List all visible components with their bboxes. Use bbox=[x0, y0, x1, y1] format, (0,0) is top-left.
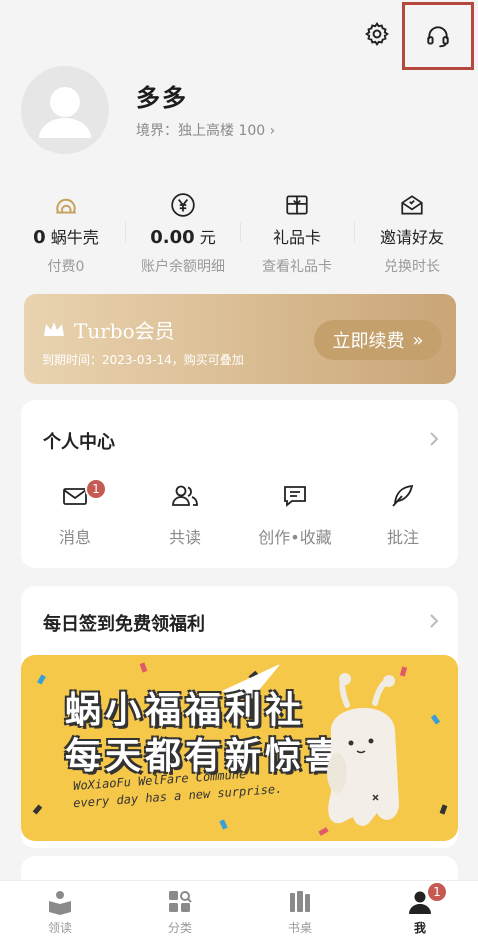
tab-label: 分类 bbox=[167, 921, 192, 935]
tab-label: 书桌 bbox=[287, 921, 312, 935]
feature-label: 批注 bbox=[386, 528, 419, 547]
stat-unit: 蜗牛壳 bbox=[50, 228, 99, 247]
stat-gift-card[interactable]: 礼品卡 查看礼品卡 bbox=[237, 190, 357, 276]
stat-unit: 邀请好友 bbox=[379, 228, 444, 247]
renew-label: 立即续费 bbox=[332, 331, 405, 352]
book-reader-icon bbox=[49, 891, 71, 915]
customer-service-button[interactable] bbox=[402, 2, 474, 70]
rank-text: 境界：独上高楼 100 bbox=[136, 123, 266, 139]
gift-card-icon bbox=[286, 195, 308, 215]
user-rank[interactable]: 境界：独上高楼 100 › bbox=[136, 120, 275, 140]
stat-balance[interactable]: 0.00 元 账户余额明细 bbox=[123, 190, 243, 276]
stat-sub: 查看礼品卡 bbox=[262, 259, 332, 275]
stat-unit: 礼品卡 bbox=[272, 228, 321, 247]
divider bbox=[240, 222, 241, 242]
tab-me[interactable]: 1 我 bbox=[380, 881, 460, 936]
divider bbox=[354, 222, 355, 242]
welfare-banner[interactable]: 蜗小福福利社 每天都有新惊喜 WoXiaoFu WelFare Commune … bbox=[21, 655, 458, 841]
stat-value: 0 bbox=[33, 227, 46, 248]
vip-expiry: 到期时间：2023-03-14，购买可叠加 bbox=[42, 353, 244, 367]
confetti bbox=[430, 714, 441, 725]
message-badge: 1 bbox=[85, 478, 107, 500]
confetti bbox=[139, 662, 148, 673]
feature-coreading[interactable]: 共读 bbox=[135, 480, 235, 548]
personal-center-title[interactable]: 个人中心 bbox=[43, 428, 115, 454]
renew-button[interactable]: 立即续费 » bbox=[314, 320, 442, 360]
me-tab-badge: 1 bbox=[426, 881, 448, 903]
stat-value: 0.00 bbox=[150, 227, 195, 248]
chevron-right-icon: › bbox=[269, 123, 276, 139]
vip-membership-card[interactable]: Turbo会员 到期时间：2023-03-14，购买可叠加 立即续费 » bbox=[24, 294, 456, 384]
tab-label: 领读 bbox=[47, 921, 72, 935]
avatar[interactable] bbox=[21, 66, 109, 154]
confetti bbox=[37, 674, 46, 685]
gear-icon bbox=[365, 22, 389, 46]
feature-label: 创作•收藏 bbox=[258, 528, 332, 547]
banner-headline: 蜗小福福利社 bbox=[65, 690, 306, 731]
snail-shell-icon bbox=[56, 198, 76, 214]
chat-lines-icon bbox=[284, 486, 306, 507]
stat-sub: 付费0 bbox=[47, 259, 85, 275]
divider bbox=[125, 222, 126, 242]
bookshelf-icon bbox=[290, 891, 310, 912]
category-search-icon bbox=[169, 891, 192, 912]
checkin-title[interactable]: 每日签到免费领福利 bbox=[43, 610, 205, 636]
default-avatar-icon bbox=[39, 87, 91, 138]
tab-reading[interactable]: 领读 bbox=[20, 887, 100, 936]
feature-label: 消息 bbox=[58, 528, 91, 547]
feature-label: 共读 bbox=[168, 528, 201, 547]
feature-annotations[interactable]: 批注 bbox=[353, 480, 453, 548]
confetti bbox=[439, 804, 448, 815]
chevron-right-icon[interactable] bbox=[428, 612, 440, 630]
bottom-tab-bar: 领读 分类 书桌 1 我 bbox=[0, 880, 478, 936]
mascot-illustration bbox=[327, 673, 399, 826]
account-stats: 0 蜗牛壳 付费0 0.00 元 账户余额明细 礼品卡 查看礼品卡 邀请好友 兑… bbox=[0, 190, 478, 276]
tab-label: 我 bbox=[413, 921, 426, 935]
feature-creations[interactable]: 创作•收藏 bbox=[245, 480, 345, 548]
personal-center-card: 个人中心 1 消息 共读 创作•收藏 批注 bbox=[21, 400, 458, 568]
confetti bbox=[219, 819, 228, 830]
feature-messages[interactable]: 1 消息 bbox=[25, 478, 125, 548]
yen-icon bbox=[171, 193, 195, 217]
feather-icon bbox=[392, 484, 414, 507]
stat-snail-shell[interactable]: 0 蜗牛壳 付费0 bbox=[6, 190, 126, 276]
stat-sub: 兑换时长 bbox=[384, 259, 440, 275]
headset-icon bbox=[427, 26, 449, 48]
people-icon bbox=[172, 485, 198, 506]
double-chevron-right-icon: » bbox=[412, 329, 424, 351]
invite-envelope-icon bbox=[401, 195, 423, 215]
settings-button[interactable] bbox=[362, 19, 392, 49]
vip-title-row: Turbo会员 bbox=[42, 315, 175, 344]
tab-bookshelf[interactable]: 书桌 bbox=[260, 887, 340, 936]
stat-invite[interactable]: 邀请好友 兑换时长 bbox=[352, 190, 472, 276]
chevron-right-icon[interactable] bbox=[428, 430, 440, 448]
vip-title: Turbo会员 bbox=[74, 319, 175, 343]
crown-icon bbox=[44, 321, 64, 336]
top-bar bbox=[0, 0, 478, 70]
username[interactable]: 多多 bbox=[136, 78, 188, 113]
stat-sub: 账户余额明细 bbox=[141, 259, 225, 275]
tab-category[interactable]: 分类 bbox=[140, 887, 220, 936]
stat-unit: 元 bbox=[199, 228, 216, 247]
confetti bbox=[32, 804, 43, 815]
